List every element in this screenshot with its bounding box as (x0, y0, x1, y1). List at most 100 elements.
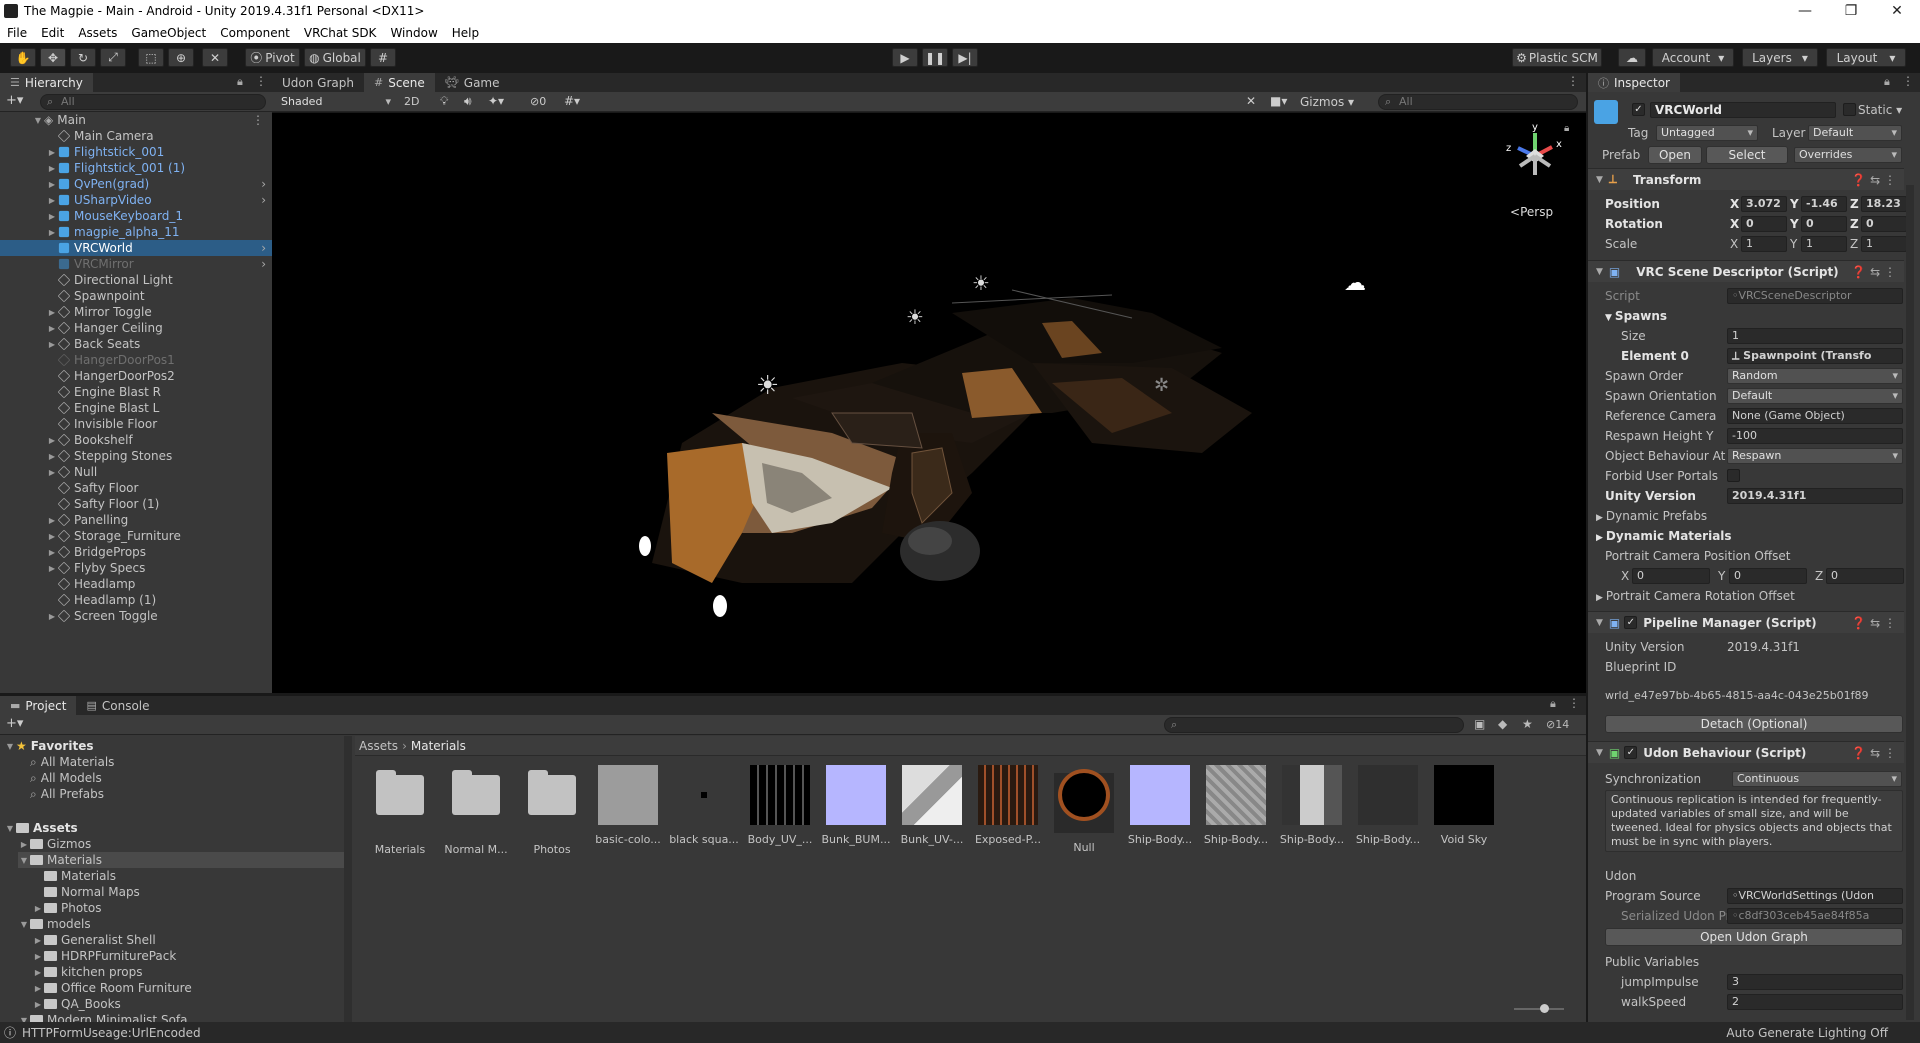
tab-scene[interactable]: # Scene (363, 73, 435, 92)
expand-arrow-icon[interactable]: ▶ (32, 1000, 44, 1009)
camera-icon[interactable]: ■▾ (1270, 94, 1287, 108)
hierarchy-item[interactable]: VRCWorld › (0, 240, 272, 256)
expand-arrow-icon[interactable]: ▶ (46, 228, 58, 237)
fav-all-models[interactable]: ⌕ All Models (30, 770, 102, 786)
expand-arrow-icon[interactable]: ▶ (46, 324, 58, 333)
zoom-slider[interactable] (1514, 1008, 1564, 1010)
asset-item[interactable]: Exposed-P... (973, 765, 1043, 855)
menu-file[interactable]: File (0, 26, 34, 40)
rot-y-field[interactable]: 0 (1801, 216, 1847, 232)
status-message[interactable]: HTTPFormUseage:UrlEncoded (22, 1026, 201, 1040)
asset-item[interactable]: Ship-Body... (1125, 765, 1195, 855)
component-settings-icons[interactable]: ❓ ⇆ ⋮ (1851, 173, 1896, 187)
expand-arrow-icon[interactable]: ▶ (46, 516, 58, 525)
scene-menu-icon[interactable]: ⋮ (252, 113, 264, 127)
folder-tree-item[interactable]: ▶ Generalist Shell (32, 932, 344, 948)
pivot-toggle[interactable]: ⦿ Pivot (245, 48, 300, 67)
hierarchy-item[interactable]: ▶ USharpVideo › (0, 192, 272, 208)
rotate-tool-icon[interactable]: ↻ (70, 48, 96, 67)
expand-arrow-icon[interactable]: ▶ (46, 436, 58, 445)
menu-help[interactable]: Help (445, 26, 486, 40)
menu-gameobject[interactable]: GameObject (124, 26, 213, 40)
hierarchy-item[interactable]: ▶ Panelling (0, 512, 272, 528)
breadcrumb-materials[interactable]: Materials (411, 739, 466, 753)
hierarchy-item[interactable]: ▶ Storage_Furniture (0, 528, 272, 544)
light-gizmo-icon[interactable]: ☀ (906, 305, 924, 329)
spawn-order-dropdown[interactable]: Random (1727, 368, 1903, 384)
axis-z-label[interactable]: Z (1850, 197, 1859, 211)
open-udon-graph-button[interactable]: Open Udon Graph (1605, 928, 1903, 946)
portrait-x-field[interactable]: 0 (1632, 568, 1710, 584)
static-checkbox[interactable] (1843, 103, 1856, 116)
expand-arrow-icon[interactable]: ▶ (46, 532, 58, 541)
scene-kebab-icon[interactable]: ⋮ (1567, 74, 1579, 88)
scale-tool-icon[interactable]: ⤢ (100, 48, 126, 67)
hierarchy-item[interactable]: HangerDoorPos2 (0, 368, 272, 384)
plastic-scm-button[interactable]: ⚙ Plastic SCM (1512, 48, 1602, 67)
perspective-toggle[interactable]: <Persp (1510, 205, 1553, 219)
hierarchy-item[interactable]: Main Camera (0, 128, 272, 144)
forbid-portals-checkbox[interactable] (1727, 469, 1740, 482)
asset-item[interactable]: Ship-Body... (1201, 765, 1271, 855)
hierarchy-item[interactable]: Directional Light (0, 272, 272, 288)
dynamic-materials-foldout[interactable]: ▶ Dynamic Materials (1596, 529, 1732, 543)
menu-assets[interactable]: Assets (71, 26, 124, 40)
axis-z-label[interactable]: Z (1850, 217, 1859, 231)
close-icon[interactable]: ✕ (1874, 3, 1920, 19)
expand-arrow-icon[interactable]: ▼ (18, 920, 30, 929)
hierarchy-item[interactable]: ▶ QvPen(grad) › (0, 176, 272, 192)
tab-hierarchy[interactable]: ☰ Hierarchy (0, 73, 93, 92)
folder-tree-item[interactable]: ▶ kitchen props (32, 964, 344, 980)
unity-version-field[interactable]: 2019.4.31f1 (1727, 488, 1903, 504)
transform-tool-icon[interactable]: ⊕ (168, 48, 194, 67)
minimize-icon[interactable]: — (1782, 3, 1828, 19)
expand-arrow-icon[interactable]: ▶ (46, 196, 58, 205)
asset-item[interactable]: basic-colo... (593, 765, 663, 855)
scale-z-field[interactable]: 1 (1861, 236, 1907, 252)
detach-button[interactable]: Detach (Optional) (1605, 715, 1903, 733)
hierarchy-item[interactable]: ▶ Bookshelf (0, 432, 272, 448)
size-field[interactable]: 1 (1727, 328, 1903, 344)
pipeline-enabled-checkbox[interactable]: ✓ (1624, 616, 1638, 629)
inspector-lock-icon[interactable]: 🔒︎ (1884, 75, 1890, 89)
project-search-input[interactable] (1164, 717, 1464, 733)
folder-tree-item[interactable]: ▶ Office Room Furniture (32, 980, 344, 996)
active-checkbox[interactable]: ✓ (1632, 103, 1645, 116)
lighting-icon[interactable]: 💡︎ (440, 94, 448, 109)
asset-item[interactable]: black squa... (669, 765, 739, 855)
scene-descriptor-header[interactable]: ▼ ▣ VRC Scene Descriptor (Script) ❓ ⇆ ⋮ (1588, 260, 1904, 282)
hierarchy-item[interactable]: ▶ magpie_alpha_11 (0, 224, 272, 240)
menu-edit[interactable]: Edit (34, 26, 71, 40)
scale-y-field[interactable]: 1 (1801, 236, 1847, 252)
asset-item[interactable]: Null (1049, 765, 1119, 855)
axis-z-label[interactable]: Z (1850, 237, 1858, 251)
hierarchy-item[interactable]: ▶ Screen Toggle (0, 608, 272, 624)
asset-item[interactable]: Bunk_BUM... (821, 765, 891, 855)
folder-tree-item[interactable]: ▼ models (18, 916, 344, 932)
cloud-icon[interactable]: ☁ (1618, 48, 1646, 67)
folder-tree-item[interactable]: ▶ QA_Books (32, 996, 344, 1012)
expand-arrow-icon[interactable]: ▶ (46, 468, 58, 477)
expand-arrow-icon[interactable]: ▼ (18, 856, 30, 865)
asset-item[interactable]: Ship-Body... (1353, 765, 1423, 855)
expand-arrow-icon[interactable]: ▶ (46, 308, 58, 317)
jump-impulse-field[interactable]: 3 (1727, 974, 1903, 990)
light-gizmo-icon[interactable]: ☀ (756, 371, 779, 401)
component-settings-icons[interactable]: ❓ ⇆ ⋮ (1851, 265, 1896, 279)
tools-icon[interactable]: ✕ (1246, 94, 1256, 108)
shading-mode-dropdown[interactable]: Shaded (276, 94, 396, 110)
hierarchy-item[interactable]: Engine Blast L (0, 400, 272, 416)
menu-component[interactable]: Component (213, 26, 297, 40)
2d-toggle[interactable]: 2D (404, 95, 419, 108)
hierarchy-search-input[interactable]: All (40, 94, 266, 110)
spawns-label[interactable]: ▼ Spawns (1605, 309, 1667, 323)
portrait-rotation-foldout[interactable]: ▶ Portrait Camera Rotation Offset (1596, 589, 1795, 603)
walk-speed-field[interactable]: 2 (1727, 994, 1903, 1010)
tab-project[interactable]: ▬ Project (0, 696, 77, 715)
expand-arrow-icon[interactable]: ▶ (46, 612, 58, 621)
hierarchy-item[interactable]: ▶ Flightstick_001 (0, 144, 272, 160)
expand-arrow-icon[interactable]: ▶ (18, 840, 30, 849)
light-gizmo-icon[interactable]: ✲ (1154, 375, 1169, 396)
axis-y-label[interactable]: Y (1790, 197, 1799, 211)
portrait-y-field[interactable]: 0 (1729, 568, 1807, 584)
